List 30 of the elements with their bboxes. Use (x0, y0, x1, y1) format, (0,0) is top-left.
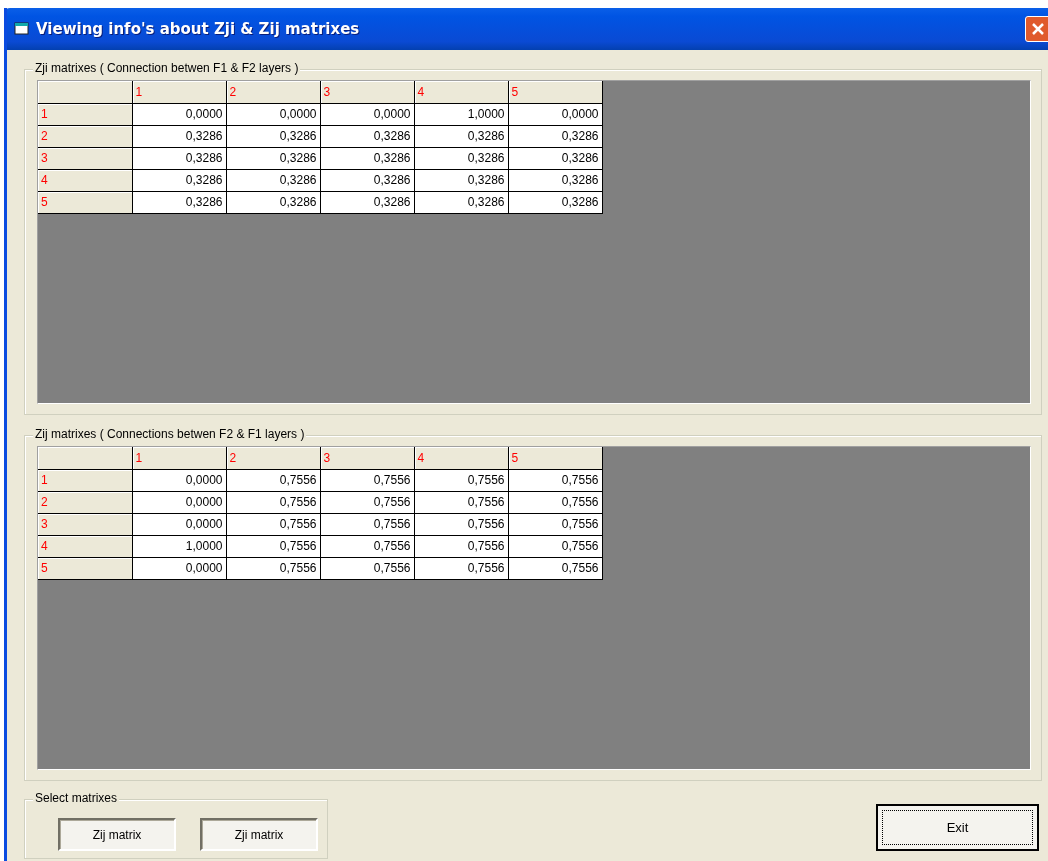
row-header: 5 (38, 191, 132, 213)
column-header: 5 (508, 447, 602, 469)
row-header: 2 (38, 125, 132, 147)
column-header: 5 (508, 81, 602, 103)
matrix-button[interactable]: Zji matrix (200, 818, 318, 851)
column-header: 4 (414, 447, 508, 469)
row-header: 3 (38, 147, 132, 169)
window-title: Viewing info's about Zji & Zij matrixes (36, 20, 360, 38)
row-header: 3 (38, 513, 132, 535)
column-header: 1 (132, 81, 226, 103)
column-header: 1 (132, 447, 226, 469)
column-header: 2 (226, 447, 320, 469)
row-header: 4 (38, 535, 132, 557)
frame-title: Zji matrixes ( Connection betwen F1 & F2 layers ) (33, 61, 301, 75)
column-header: 3 (320, 81, 414, 103)
row-header: 2 (38, 491, 132, 513)
close-button[interactable] (1025, 16, 1048, 42)
row-header: 4 (38, 169, 132, 191)
group-title: Select matrixes (33, 791, 120, 805)
column-header: 3 (320, 447, 414, 469)
window-icon (14, 22, 30, 36)
matrix-button[interactable]: Zij matrix (58, 818, 176, 851)
column-header: 2 (226, 81, 320, 103)
row-header: 5 (38, 557, 132, 579)
column-header: 4 (414, 81, 508, 103)
row-header: 1 (38, 103, 132, 125)
frame-title: Zij matrixes ( Connections betwen F2 & F1 layers ) (33, 427, 307, 441)
exit-button[interactable]: Exit (876, 804, 1039, 851)
close-icon (1031, 22, 1045, 36)
row-header: 1 (38, 469, 132, 491)
